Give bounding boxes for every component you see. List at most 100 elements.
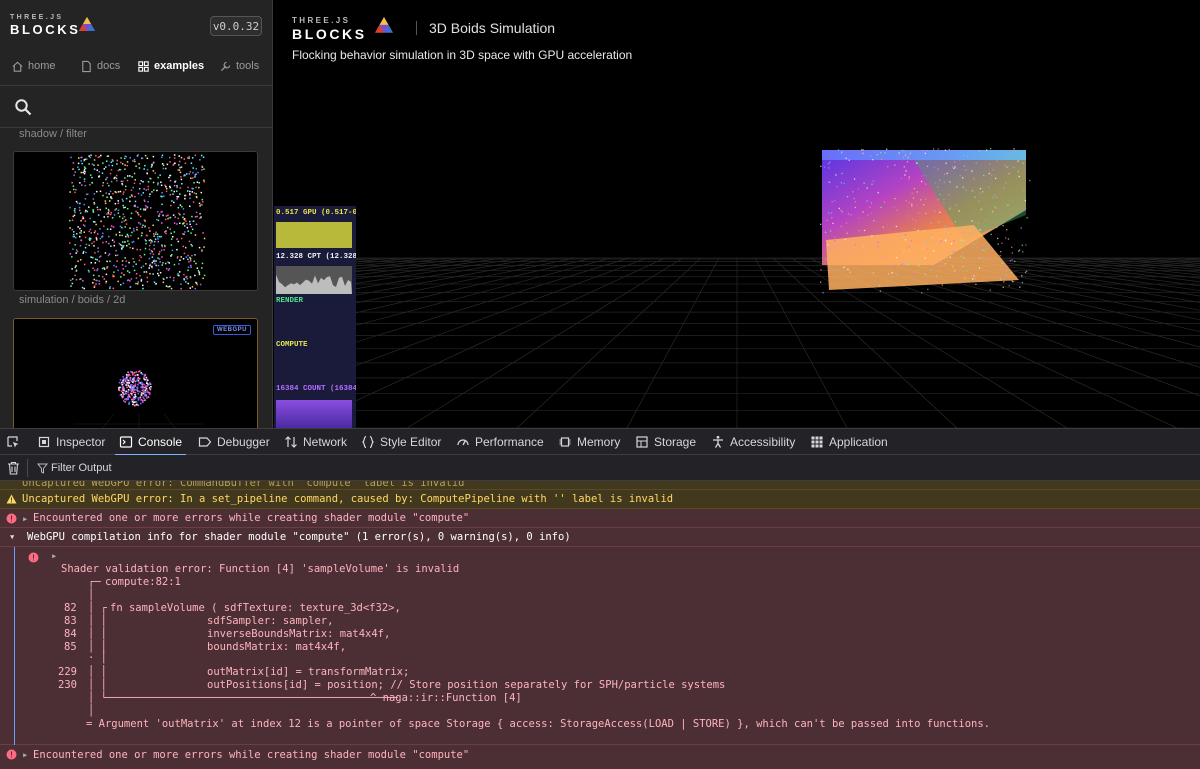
code-line: fn sampleVolume ( sdfTexture: texture_3d… <box>110 602 401 614</box>
sidebar-nav: home docs examples tools <box>0 56 272 86</box>
error-icon <box>6 749 17 760</box>
tab-debugger-label: Debugger <box>217 435 270 449</box>
tab-style-editor[interactable]: Style Editor <box>361 429 441 455</box>
title-divider <box>416 21 417 35</box>
brand-small: THREE.JS <box>10 14 64 21</box>
line-number: 83 <box>64 615 77 627</box>
naga-annotation: ^ naga::ir::Function [4] <box>370 692 522 704</box>
line-number: 230 <box>58 679 77 691</box>
tab-accessibility[interactable]: Accessibility <box>711 429 795 455</box>
tab-inspector[interactable]: Inspector <box>37 429 105 455</box>
connector-bar: · │ <box>88 652 107 664</box>
boids-volume <box>820 148 1031 294</box>
viewport-brand[interactable]: THREE.JS BLOCKS <box>292 16 367 42</box>
filter-output-input[interactable]: Filter Output <box>51 462 112 474</box>
nav-tools-label: tools <box>236 60 260 72</box>
connector-bar: │ │ <box>88 666 107 678</box>
console-filter-bar: Filter Output <box>0 455 1200 481</box>
console-group-header[interactable]: ▾ WebGPU compilation info for shader mod… <box>0 528 1200 547</box>
line-number: 85 <box>64 641 77 653</box>
expand-arrow-icon[interactable]: ▸ <box>22 513 28 525</box>
tab-debugger[interactable]: Debugger <box>198 429 270 455</box>
shader-error-detail[interactable]: ▸ Shader validation error: Function [4] … <box>0 547 1200 745</box>
example-card-boids-3d[interactable]: WEBGPU <box>13 318 258 428</box>
console-warning-message[interactable]: Uncaptured WebGPU error: In a set_pipeli… <box>0 490 1200 509</box>
console-error-message[interactable]: ▸ Encountered one or more errors while c… <box>0 509 1200 528</box>
version-badge: v0.0.32 <box>210 16 262 36</box>
memory-chip-icon <box>559 437 571 447</box>
nav-docs-label: docs <box>97 60 121 72</box>
viewport[interactable]: THREE.JS BLOCKS 3D Boids Simulation Floc… <box>274 0 1200 428</box>
line-number: 82 <box>64 602 77 614</box>
trash-icon[interactable] <box>7 461 20 475</box>
viewport-brand-big: BLOCKS <box>292 26 367 42</box>
expand-arrow-icon[interactable]: ▸ <box>51 550 57 562</box>
compute-stat-label: COMPUTE <box>276 341 308 349</box>
error-icon <box>28 552 39 563</box>
cpt-stat-graph <box>276 266 352 294</box>
count-stat-label: 16384 COUNT (16384 <box>276 385 356 393</box>
application-grid-icon <box>811 436 823 448</box>
line-number: 229 <box>58 666 77 678</box>
storage-icon <box>636 436 648 448</box>
expand-arrow-icon[interactable]: ▸ <box>22 749 28 761</box>
cpt-stat-label: 12.328 CPT (12.328-1 <box>276 253 356 261</box>
nav-home[interactable]: home <box>11 58 56 74</box>
nav-docs[interactable]: docs <box>80 58 120 74</box>
filter-icon <box>37 463 48 474</box>
sidebar: THREE.JS BLOCKS v0.0.32 home docs exampl… <box>0 0 273 428</box>
home-icon <box>12 61 23 72</box>
boids-2d-thumbnail <box>14 152 257 290</box>
connector-bar: │ ┌ <box>88 602 107 614</box>
tab-performance[interactable]: Performance <box>456 429 544 455</box>
tab-storage[interactable]: Storage <box>635 429 696 455</box>
tab-memory-label: Memory <box>577 435 621 449</box>
nav-tools[interactable]: tools <box>219 58 259 74</box>
logo-icon <box>79 17 95 31</box>
brand[interactable]: THREE.JS BLOCKS <box>10 14 81 37</box>
pick-element-button[interactable] <box>6 429 20 455</box>
warning-message-text: Uncaptured WebGPU error: In a set_pipeli… <box>22 493 674 505</box>
nav-home-label: home <box>28 60 56 72</box>
tab-console[interactable]: Console <box>114 429 187 456</box>
code-line: inverseBoundsMatrix: mat4x4f, <box>207 628 391 640</box>
nav-examples-label: examples <box>154 60 205 72</box>
group-indent-bar <box>14 547 15 745</box>
example-label-boids-2d[interactable]: simulation / boids / 2d <box>19 294 125 306</box>
line-number: 84 <box>64 628 77 640</box>
code-line: outPositions[id] = position; // Store po… <box>207 679 726 691</box>
console-message-clipped[interactable]: Uncaptured WebGPU error: CommandBuffer w… <box>0 481 1200 490</box>
warning-icon <box>6 494 17 504</box>
connector-bar: │ │ <box>88 679 107 691</box>
clipped-message-text: Uncaptured WebGPU error: CommandBuffer w… <box>22 481 465 489</box>
connector-bar: │ │ <box>88 628 107 640</box>
console-output[interactable]: Uncaptured WebGPU error: CommandBuffer w… <box>0 481 1200 769</box>
tab-accessibility-label: Accessibility <box>730 435 796 449</box>
tab-memory[interactable]: Memory <box>558 429 620 455</box>
tab-inspector-label: Inspector <box>56 435 106 449</box>
code-line: boundsMatrix: mat4x4f, <box>207 641 347 653</box>
braces-icon <box>361 435 375 449</box>
tab-style-editor-label: Style Editor <box>380 435 442 449</box>
grid-icon <box>138 60 149 72</box>
tab-application[interactable]: Application <box>810 429 888 455</box>
search-icon[interactable] <box>14 98 32 116</box>
stats-panel[interactable]: 0.517 GPU (0.517-0.5 12.328 CPT (12.328-… <box>274 206 356 428</box>
code-line: outMatrix[id] = transformMatrix; <box>207 666 410 678</box>
example-card-boids-2d[interactable] <box>13 151 258 291</box>
collapse-arrow-icon[interactable]: ▾ <box>9 531 15 543</box>
connector-bar: │ │ <box>88 615 107 627</box>
tab-network[interactable]: Network <box>284 429 347 455</box>
gauge-icon <box>457 439 469 446</box>
console-error-message[interactable]: ▸ Encountered one or more errors while c… <box>0 745 1200 765</box>
sidebar-search[interactable] <box>0 86 272 128</box>
group-header-text: WebGPU compilation info for shader modul… <box>27 531 571 543</box>
nav-examples[interactable]: examples <box>137 58 204 74</box>
render-stat-label: RENDER <box>276 297 304 305</box>
scene-canvas[interactable] <box>274 0 1200 428</box>
viewport-logo-icon <box>375 17 393 33</box>
example-label-shadow-filter[interactable]: shadow / filter <box>19 128 87 140</box>
gpu-stat-label: 0.517 GPU (0.517-0.5 <box>276 209 356 217</box>
error-message-text: Encountered one or more errors while cre… <box>33 512 470 524</box>
tab-performance-label: Performance <box>475 435 544 449</box>
